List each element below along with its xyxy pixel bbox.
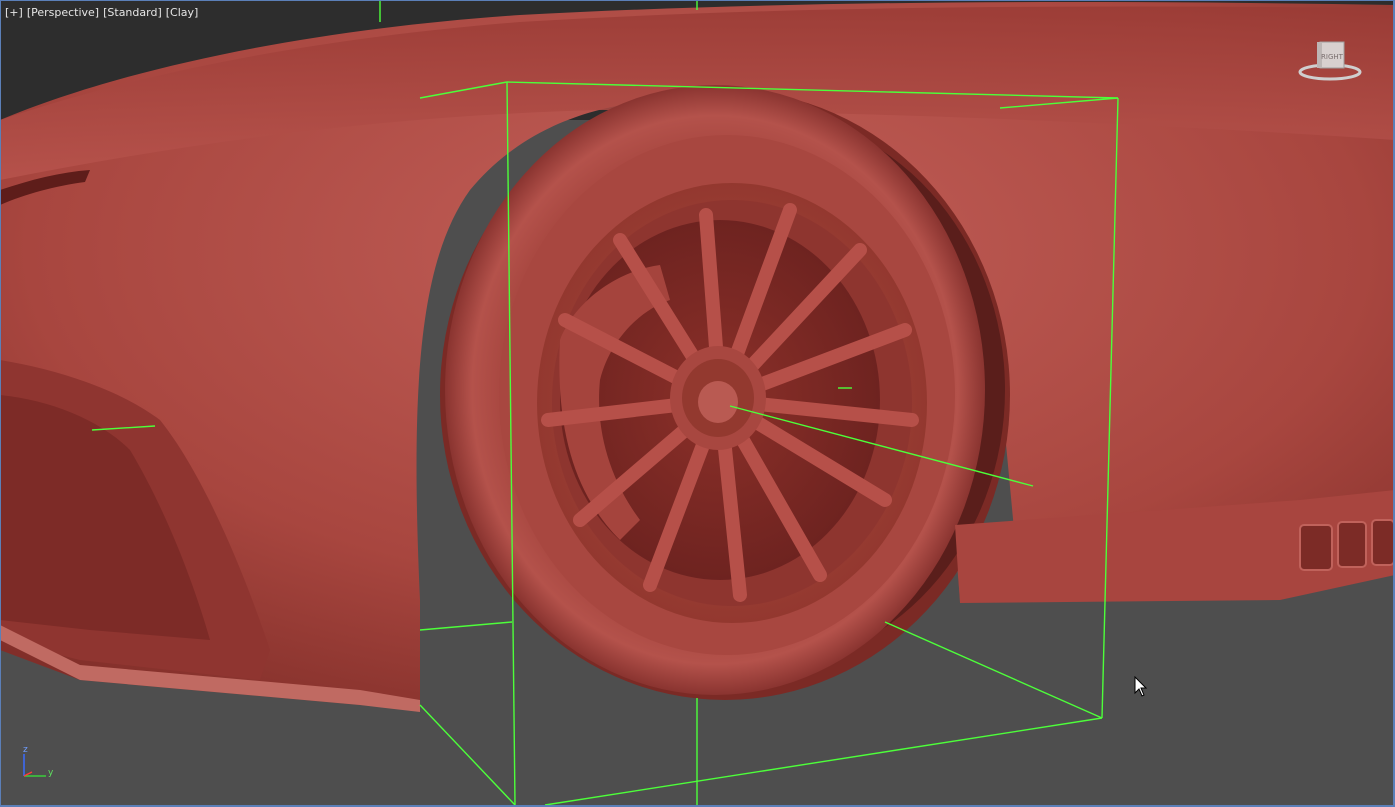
viewport-label-menu: [+] [Perspective] [Standard] [Clay] (4, 6, 199, 19)
viewport-border-top (0, 0, 1395, 1)
viewport-plus-menu[interactable]: [+] (4, 6, 24, 19)
viewcube-face-label: RIGHT (1321, 53, 1344, 61)
viewcube-icon[interactable]: RIGHT (1298, 38, 1362, 82)
axis-tripod-icon: z y (18, 745, 58, 782)
viewport-stdmode-menu[interactable]: [Standard] (102, 6, 163, 19)
side-vent-grid (1299, 519, 1395, 571)
viewport-border-left (0, 0, 1, 807)
axis-z-label: z (23, 745, 28, 755)
clay-render-scene[interactable] (0, 0, 1395, 807)
perspective-viewport[interactable]: [+] [Perspective] [Standard] [Clay] RIGH… (0, 0, 1395, 807)
arrow-cursor-icon (1134, 675, 1148, 698)
axis-y-label: y (48, 768, 54, 778)
viewport-pov-menu[interactable]: [Perspective] (26, 6, 100, 19)
center-lock-nut (698, 381, 738, 423)
viewport-shading-menu[interactable]: [Clay] (165, 6, 200, 19)
